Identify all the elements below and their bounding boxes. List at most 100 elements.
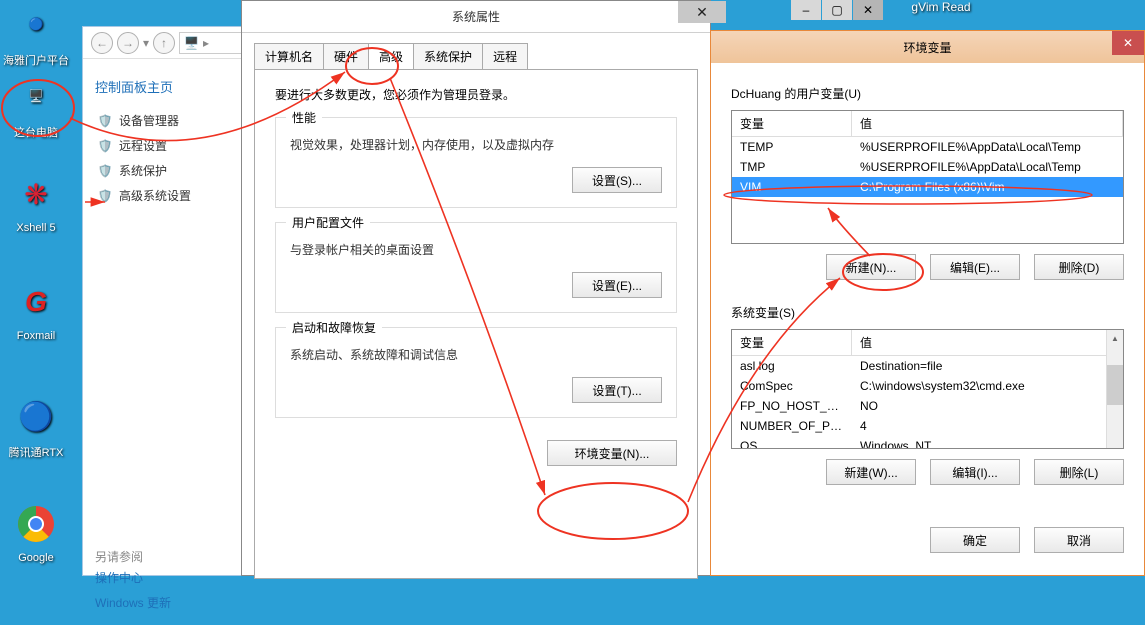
cancel-button[interactable]: 取消 <box>1034 527 1124 553</box>
var-name: FP_NO_HOST_CH... <box>732 396 852 416</box>
app-icon: 🔵 <box>12 0 60 48</box>
desktop-icon-rtx[interactable]: 🔵 腾讯通RTX <box>0 392 72 460</box>
var-name: TMP <box>732 157 852 177</box>
computer-icon: 🖥️ <box>184 36 199 50</box>
var-value: Destination=file <box>852 356 1123 376</box>
back-button[interactable]: ← <box>91 32 113 54</box>
var-value: Windows_NT <box>852 436 1123 448</box>
startup-settings-button[interactable]: 设置(T)... <box>572 377 662 403</box>
maximize-button[interactable]: ▢ <box>822 0 852 20</box>
perf-settings-button[interactable]: 设置(S)... <box>572 167 662 193</box>
titlebar[interactable]: 系统属性 ✕ <box>242 1 710 33</box>
var-name: TEMP <box>732 137 852 157</box>
sidebar-item-label: 高级系统设置 <box>119 187 191 204</box>
var-name: NUMBER_OF_PR... <box>732 416 852 436</box>
see-also-label: 另请参阅 <box>95 548 226 565</box>
sidebar-item-advanced[interactable]: 🛡️ 高级系统设置 <box>95 183 226 208</box>
sidebar-item-devicemgr[interactable]: 🛡️ 设备管理器 <box>95 108 226 133</box>
dialog-final-row: 确定 取消 <box>711 517 1144 563</box>
rtx-icon: 🔵 <box>12 392 60 440</box>
col-value[interactable]: 值 <box>852 330 1123 355</box>
scrollbar[interactable]: ▲ <box>1106 330 1123 448</box>
delete-user-var-button[interactable]: 删除(D) <box>1034 254 1124 280</box>
dropdown-arrow-icon[interactable]: ▾ <box>143 36 149 50</box>
tab-body: 要进行大多数更改，您必须作为管理员登录。 性能 视觉效果，处理器计划，内存使用，… <box>254 69 698 579</box>
desktop-icon-xshell[interactable]: ❋ Xshell 5 <box>0 170 72 234</box>
var-value: %USERPROFILE%\AppData\Local\Temp <box>852 157 1123 177</box>
desktop-icon-haiya[interactable]: 🔵 海雅门户平台 <box>0 0 72 68</box>
var-value: %USERPROFILE%\AppData\Local\Temp <box>852 137 1123 157</box>
table-row[interactable]: OSWindows_NT <box>732 436 1123 448</box>
sidebar-item-protection[interactable]: 🛡️ 系统保护 <box>95 158 226 183</box>
sys-vars-table[interactable]: 变量 值 asl.logDestination=fileComSpecC:\wi… <box>731 329 1124 449</box>
col-name[interactable]: 变量 <box>732 111 852 136</box>
groupbox-desc: 系统启动、系统故障和调试信息 <box>290 346 662 363</box>
table-row[interactable]: TEMP%USERPROFILE%\AppData\Local\Temp <box>732 137 1123 157</box>
table-row[interactable]: VIMC:\Program Files (x86)\Vim <box>732 177 1123 197</box>
var-value: C:\windows\system32\cmd.exe <box>852 376 1123 396</box>
shield-icon: 🛡️ <box>97 188 113 204</box>
tab-computername[interactable]: 计算机名 <box>254 43 324 70</box>
dialog-title: 系统属性 <box>452 8 500 25</box>
col-name[interactable]: 变量 <box>732 330 852 355</box>
chrome-icon <box>12 500 60 548</box>
close-button[interactable]: ✕ <box>1112 31 1144 55</box>
edit-user-var-button[interactable]: 编辑(E)... <box>930 254 1020 280</box>
tab-protection[interactable]: 系统保护 <box>413 43 483 70</box>
close-button[interactable]: ✕ <box>678 1 726 23</box>
env-vars-button[interactable]: 环境变量(N)... <box>547 440 677 466</box>
sidebar-title: 控制面板主页 <box>95 77 226 96</box>
desktop-icon-foxmail[interactable]: G Foxmail <box>0 278 72 342</box>
see-also-link-action[interactable]: 操作中心 <box>95 565 226 590</box>
table-row[interactable]: TMP%USERPROFILE%\AppData\Local\Temp <box>732 157 1123 177</box>
user-vars-table[interactable]: 变量 值 TEMP%USERPROFILE%\AppData\Local\Tem… <box>731 110 1124 244</box>
col-value[interactable]: 值 <box>852 111 1123 136</box>
tab-remote[interactable]: 远程 <box>482 43 528 70</box>
groupbox-title: 性能 <box>286 109 322 126</box>
dialog-body: DcHuang 的用户变量(U) 变量 值 TEMP%USERPROFILE%\… <box>711 63 1144 517</box>
groupbox-desc: 视觉效果，处理器计划，内存使用，以及虚拟内存 <box>290 136 662 153</box>
see-also-link-winupdate[interactable]: Windows 更新 <box>95 590 226 615</box>
foxmail-icon: G <box>12 278 60 326</box>
table-row[interactable]: asl.logDestination=file <box>732 356 1123 376</box>
scroll-up-icon[interactable]: ▲ <box>1107 330 1123 347</box>
shield-icon: 🛡️ <box>97 138 113 154</box>
delete-sys-var-button[interactable]: 删除(L) <box>1034 459 1124 485</box>
close-button[interactable]: ✕ <box>853 0 883 20</box>
desktop-icon-chrome[interactable]: Google <box>0 500 72 564</box>
shield-icon: 🛡️ <box>97 163 113 179</box>
sidebar-item-remote[interactable]: 🛡️ 远程设置 <box>95 133 226 158</box>
new-user-var-button[interactable]: 新建(N)... <box>826 254 916 280</box>
tab-hardware[interactable]: 硬件 <box>323 43 369 70</box>
forward-button[interactable]: → <box>117 32 139 54</box>
xshell-icon: ❋ <box>12 170 60 218</box>
scroll-thumb[interactable] <box>1107 365 1123 405</box>
user-vars-label: DcHuang 的用户变量(U) <box>731 85 1124 102</box>
user-btn-row: 新建(N)... 编辑(E)... 删除(D) <box>731 254 1124 280</box>
sidebar-item-label: 设备管理器 <box>119 112 179 129</box>
up-button[interactable]: ↑ <box>153 32 175 54</box>
groupbox-profile: 用户配置文件 与登录帐户相关的桌面设置 设置(E)... <box>275 222 677 313</box>
sidebar-item-label: 远程设置 <box>119 137 167 154</box>
desktop-icon-computer[interactable]: 🖥️ 这台电脑 <box>0 72 72 140</box>
var-name: ComSpec <box>732 376 852 396</box>
table-row[interactable]: NUMBER_OF_PR...4 <box>732 416 1123 436</box>
tabs: 计算机名 硬件 高级 系统保护 远程 <box>242 33 710 70</box>
groupbox-performance: 性能 视觉效果，处理器计划，内存使用，以及虚拟内存 设置(S)... <box>275 117 677 208</box>
table-row[interactable]: FP_NO_HOST_CH...NO <box>732 396 1123 416</box>
profile-settings-button[interactable]: 设置(E)... <box>572 272 662 298</box>
computer-icon: 🖥️ <box>12 72 60 120</box>
groupbox-startup: 启动和故障恢复 系统启动、系统故障和调试信息 设置(T)... <box>275 327 677 418</box>
table-row[interactable]: ComSpecC:\windows\system32\cmd.exe <box>732 376 1123 396</box>
shield-icon: 🛡️ <box>97 113 113 129</box>
tab-advanced[interactable]: 高级 <box>368 43 414 70</box>
groupbox-title: 用户配置文件 <box>286 214 370 231</box>
window-controls: – ▢ ✕ <box>790 0 1145 20</box>
edit-sys-var-button[interactable]: 编辑(I)... <box>930 459 1020 485</box>
groupbox-title: 启动和故障恢复 <box>286 319 382 336</box>
new-sys-var-button[interactable]: 新建(W)... <box>826 459 916 485</box>
titlebar[interactable]: 环境变量 ✕ <box>711 31 1144 63</box>
minimize-button[interactable]: – <box>791 0 821 20</box>
groupbox-desc: 与登录帐户相关的桌面设置 <box>290 241 662 258</box>
ok-button[interactable]: 确定 <box>930 527 1020 553</box>
